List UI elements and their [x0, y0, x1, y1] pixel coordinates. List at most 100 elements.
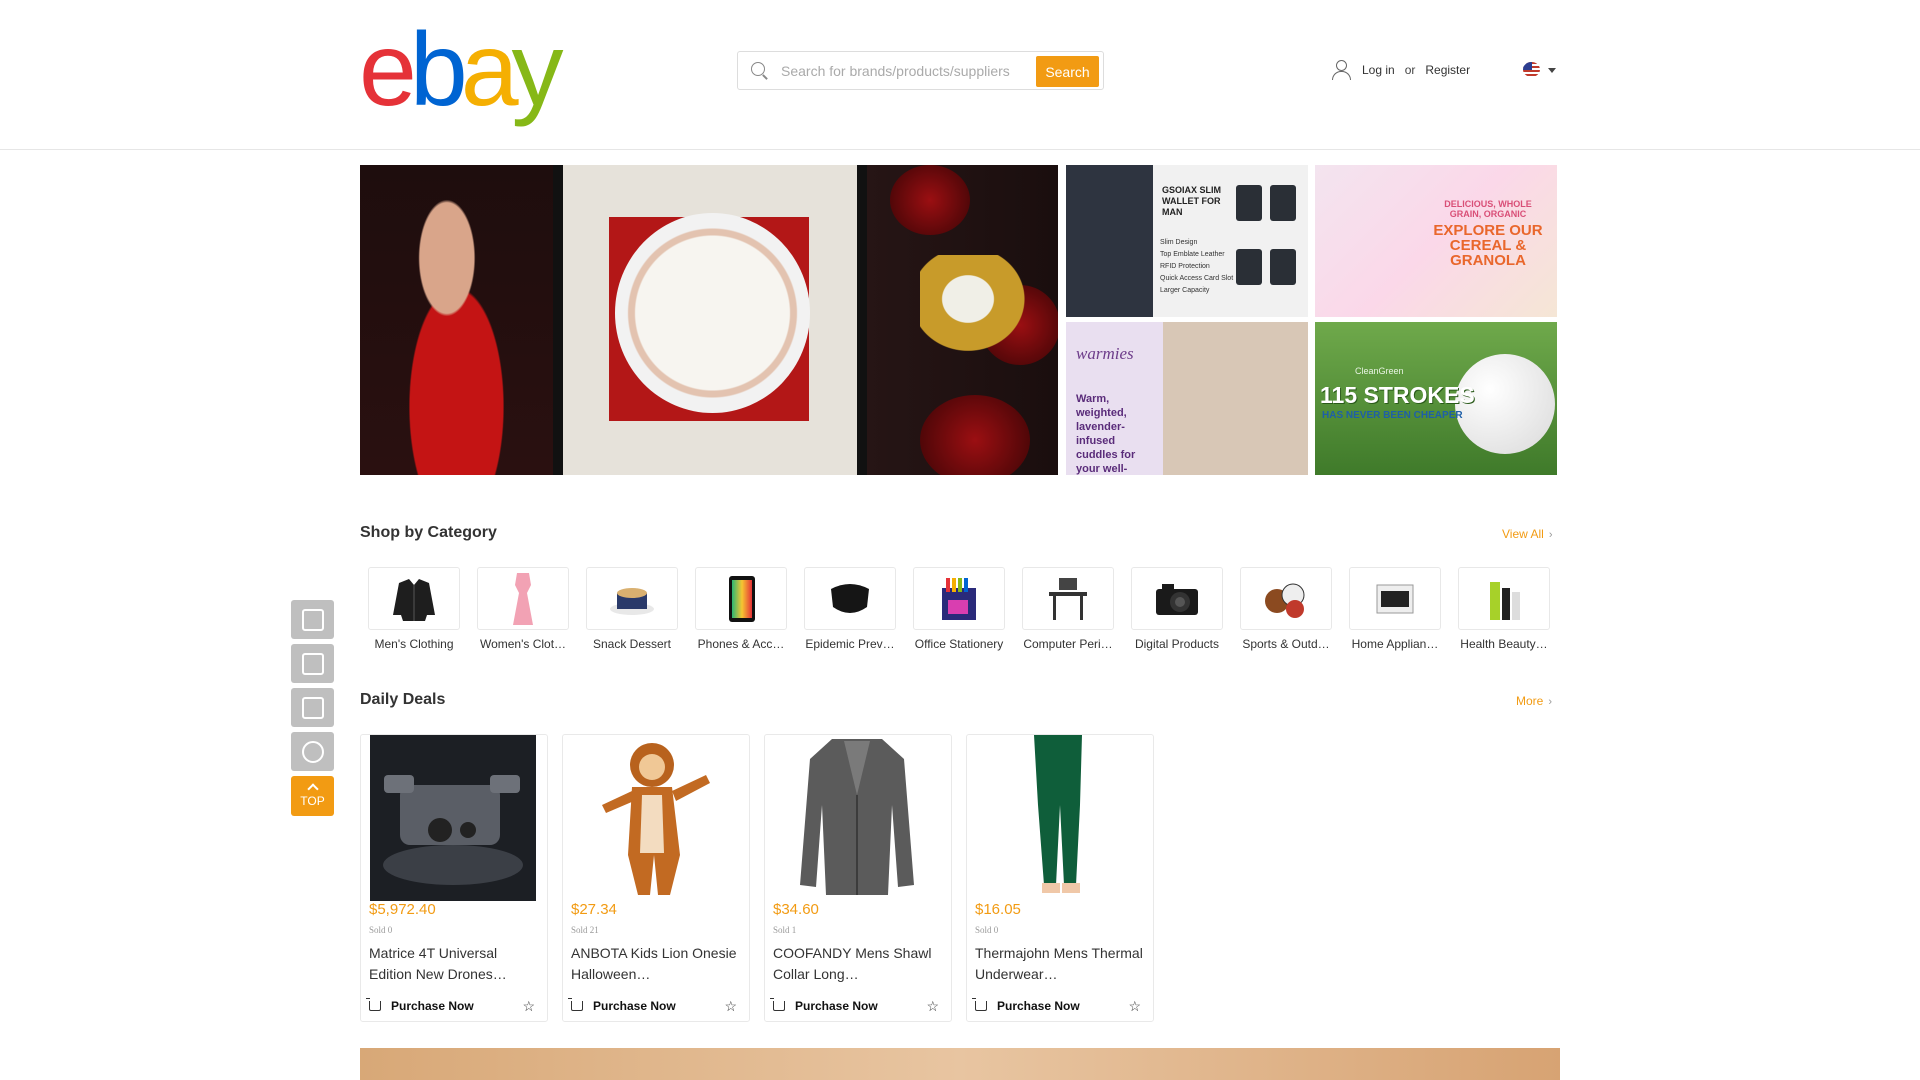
thermal-pants-image	[976, 735, 1142, 901]
purchase-now-button[interactable]: Purchase Now	[972, 998, 1080, 1013]
golf-banner-sub: HAS NEVER BEEN CHEAPER	[1322, 410, 1463, 421]
shop-by-category-title: Shop by Category	[360, 524, 497, 541]
chevron-right-icon: ›	[1548, 696, 1553, 708]
deal-card[interactable]: $5,972.40 Sold 0 Matrice 4T Universal Ed…	[360, 734, 548, 1022]
purchase-now-button[interactable]: Purchase Now	[366, 998, 474, 1013]
cereal-banner[interactable]: DELICIOUS, WHOLE GRAIN, ORGANIC EXPLORE …	[1315, 165, 1557, 317]
deal-price: $27.34	[571, 901, 617, 918]
thumbs-up-icon[interactable]	[291, 644, 334, 683]
search-button[interactable]: Search	[1036, 56, 1099, 87]
rose-image	[890, 165, 970, 235]
cake-icon	[610, 587, 654, 615]
deal-title[interactable]: Matrice 4T Universal Edition New Drones…	[369, 943, 539, 985]
camera-icon	[1156, 583, 1198, 615]
wallet-feature-list: Slim Design Top Emblate Leather RFID Pro…	[1160, 239, 1234, 294]
deal-card[interactable]: $34.60 Sold 1 COOFANDY Mens Shawl Collar…	[764, 734, 952, 1022]
oven-icon	[1376, 584, 1414, 613]
purchase-now-button[interactable]: Purchase Now	[770, 998, 878, 1013]
cart-icon	[972, 998, 987, 1011]
favorite-star-icon[interactable]: ☆	[1128, 998, 1141, 1015]
cart-icon	[568, 998, 583, 1011]
category-item[interactable]: Home Applian…	[1349, 567, 1441, 651]
back-to-top-button[interactable]: TOP	[291, 776, 334, 816]
deal-sold-count: Sold 0	[975, 925, 999, 935]
search-bar: Search	[737, 51, 1104, 90]
category-item[interactable]: Epidemic Prev…	[804, 567, 896, 651]
warmies-banner-text: Warm, weighted, lavender-infused cuddles…	[1076, 393, 1136, 475]
cart-icon	[770, 998, 785, 1011]
category-item[interactable]: Computer Peri…	[1022, 567, 1114, 651]
favorite-star-icon[interactable]: ☆	[522, 998, 535, 1015]
daily-deals-title: Daily Deals	[360, 691, 446, 708]
warmies-banner[interactable]: warmies Warm, weighted, lavender-infused…	[1066, 322, 1308, 475]
category-item[interactable]: Office Stationery	[913, 567, 1005, 651]
watch-image	[615, 213, 810, 413]
deal-sold-count: Sold 0	[369, 925, 393, 935]
wallet-image	[1270, 185, 1296, 221]
store-icon[interactable]	[291, 688, 334, 727]
logo-letter-y: y	[511, 12, 564, 128]
deal-title[interactable]: Thermajohn Mens Thermal Underwear…	[975, 943, 1145, 985]
favorite-star-icon[interactable]: ☆	[926, 998, 939, 1015]
deal-card[interactable]: $16.05 Sold 0 Thermajohn Mens Thermal Un…	[966, 734, 1154, 1022]
category-item[interactable]: Men's Clothing	[368, 567, 460, 651]
bottles-icon	[1490, 581, 1520, 620]
ring-image	[920, 255, 1040, 365]
drone-image	[370, 735, 536, 901]
desk-icon	[1049, 577, 1087, 620]
promo-banner-strip[interactable]	[360, 1048, 1560, 1080]
wallet-image	[1236, 185, 1262, 221]
deal-card[interactable]: $27.34 Sold 21 ANBOTA Kids Lion Onesie H…	[562, 734, 750, 1022]
us-flag-icon[interactable]	[1523, 62, 1540, 77]
header: ebay Search Log in or Register	[0, 0, 1920, 150]
category-item[interactable]: Health Beauty…	[1458, 567, 1550, 651]
account-links: Log in or Register	[1332, 60, 1470, 80]
deal-sold-count: Sold 1	[773, 925, 797, 935]
register-link[interactable]: Register	[1425, 63, 1470, 77]
pens-icon	[942, 577, 976, 620]
cart-icon	[366, 998, 381, 1011]
chevron-down-icon[interactable]	[1548, 68, 1556, 73]
hot-icon[interactable]	[291, 732, 334, 771]
search-input[interactable]	[781, 62, 1021, 79]
category-item[interactable]: Sports & Outd…	[1240, 567, 1332, 651]
model-image	[360, 165, 553, 475]
category-item[interactable]: Women's Clot…	[477, 567, 569, 651]
phone-icon	[729, 575, 755, 622]
hero-banner[interactable]	[360, 165, 1058, 475]
view-all-link[interactable]: View All ›	[1502, 527, 1552, 541]
login-link[interactable]: Log in	[1362, 63, 1395, 77]
wallet-banner[interactable]: GSOIAX SLIM WALLET FOR MAN Slim Design T…	[1066, 165, 1308, 317]
logo-letter-a: a	[460, 12, 519, 128]
chevron-up-icon	[306, 782, 319, 795]
purchase-now-button[interactable]: Purchase Now	[568, 998, 676, 1013]
deal-sold-count: Sold 21	[571, 925, 599, 935]
ebay-logo[interactable]: ebay	[359, 12, 564, 128]
deal-title[interactable]: ANBOTA Kids Lion Onesie Halloween…	[571, 943, 741, 985]
favorite-star-icon[interactable]: ☆	[724, 998, 737, 1015]
rose-image	[920, 395, 1030, 475]
category-item[interactable]: Phones & Acc…	[695, 567, 787, 651]
deal-price: $34.60	[773, 901, 819, 918]
dress-icon	[513, 572, 533, 625]
more-link[interactable]: More ›	[1516, 694, 1552, 708]
search-icon	[751, 61, 769, 80]
balls-icon	[1265, 583, 1305, 618]
chevron-right-icon: ›	[1548, 529, 1553, 541]
wallet-banner-title: GSOIAX SLIM WALLET FOR MAN	[1162, 185, 1222, 217]
deal-title[interactable]: COOFANDY Mens Shawl Collar Long…	[773, 943, 943, 985]
cleangreen-logo: CleanGreen	[1355, 366, 1404, 376]
wallet-image	[1236, 249, 1262, 285]
wallet-image	[1270, 249, 1296, 285]
new-icon[interactable]	[291, 600, 334, 639]
category-item[interactable]: Snack Dessert	[586, 567, 678, 651]
category-item[interactable]: Digital Products	[1131, 567, 1223, 651]
floating-sidebar: TOP	[291, 600, 334, 816]
golf-banner[interactable]: CleanGreen 115 STROKES HAS NEVER BEEN CH…	[1315, 322, 1557, 475]
or-text: or	[1404, 63, 1416, 77]
logo-letter-b: b	[409, 12, 468, 128]
golf-banner-headline: 115 STROKES	[1320, 382, 1475, 408]
cardigan-image	[774, 735, 940, 901]
deal-price: $5,972.40	[369, 901, 436, 918]
logo-letter-e: e	[359, 12, 417, 128]
